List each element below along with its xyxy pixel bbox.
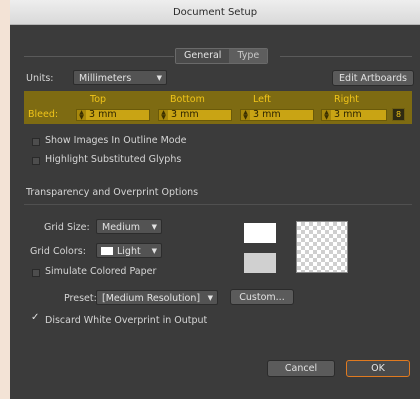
ok-button[interactable]: OK bbox=[346, 360, 410, 377]
tab-type[interactable]: Type bbox=[229, 49, 268, 63]
simulate-paper-label: Simulate Colored Paper bbox=[45, 266, 157, 277]
bleed-right-header: Right bbox=[334, 94, 360, 105]
bleed-top-value: 3 mm bbox=[89, 109, 117, 120]
units-value: Millimeters bbox=[79, 73, 132, 84]
outline-mode-checkbox[interactable] bbox=[32, 138, 40, 146]
tab-divider-left bbox=[24, 56, 174, 57]
stepper-icon[interactable]: ▲ ▼ bbox=[322, 110, 331, 121]
grid-colors-dropdown[interactable]: Light ▼ bbox=[96, 243, 162, 258]
preset-dropdown[interactable]: [Medium Resolution] ▼ bbox=[96, 290, 218, 305]
window-title: Document Setup bbox=[10, 0, 420, 25]
grid-size-label: Grid Size: bbox=[44, 222, 90, 233]
grid-colors-value: Light bbox=[117, 246, 141, 257]
bleed-bottom-field[interactable]: ▲ ▼ 3 mm bbox=[158, 109, 232, 121]
stepper-icon[interactable]: ▲ ▼ bbox=[159, 110, 168, 121]
bleed-bottom-value: 3 mm bbox=[171, 109, 199, 120]
chevron-down-icon: ▼ bbox=[156, 74, 162, 82]
highlight-glyphs-label: Highlight Substituted Glyphs bbox=[45, 154, 182, 165]
transparency-grid-preview bbox=[296, 221, 348, 273]
tab-divider-right bbox=[280, 56, 412, 57]
bleed-top-header: Top bbox=[90, 94, 107, 105]
tab-general[interactable]: General bbox=[176, 49, 230, 63]
grid-gray-swatch[interactable] bbox=[244, 253, 276, 273]
stepper-icon[interactable]: ▲ ▼ bbox=[241, 110, 250, 121]
link-icon[interactable]: 8 bbox=[392, 108, 405, 121]
preset-value: [Medium Resolution] bbox=[102, 293, 201, 304]
dialog-body: General Type Units: Millimeters ▼ Edit A… bbox=[10, 25, 420, 399]
units-dropdown[interactable]: Millimeters ▼ bbox=[73, 70, 167, 85]
simulate-paper-checkbox[interactable] bbox=[32, 269, 40, 277]
bleed-right-field[interactable]: ▲ ▼ 3 mm bbox=[321, 109, 387, 121]
bleed-right-value: 3 mm bbox=[334, 109, 362, 120]
preset-label: Preset: bbox=[64, 293, 97, 304]
chevron-down-icon: ▼ bbox=[151, 247, 157, 255]
edit-artboards-button[interactable]: Edit Artboards bbox=[332, 70, 414, 86]
bleed-bottom-header: Bottom bbox=[170, 94, 205, 105]
bleed-left-value: 3 mm bbox=[253, 109, 281, 120]
grid-size-dropdown[interactable]: Medium ▼ bbox=[96, 219, 162, 234]
chevron-down-icon: ▼ bbox=[207, 294, 213, 302]
section-divider bbox=[24, 204, 412, 205]
grid-white-swatch[interactable] bbox=[244, 223, 276, 243]
chevron-down-icon: ▼ bbox=[151, 223, 157, 231]
stepper-icon[interactable]: ▲ ▼ bbox=[77, 110, 86, 121]
highlight-glyphs-checkbox[interactable] bbox=[32, 157, 40, 165]
grid-color-swatch bbox=[101, 247, 113, 255]
discard-white-label: Discard White Overprint in Output bbox=[45, 315, 208, 326]
grid-size-value: Medium bbox=[102, 222, 140, 233]
tab-bar: General Type bbox=[175, 48, 269, 64]
bleed-top-field[interactable]: ▲ ▼ 3 mm bbox=[76, 109, 150, 121]
bleed-left-header: Left bbox=[253, 94, 271, 105]
cancel-button[interactable]: Cancel bbox=[267, 360, 335, 377]
custom-button[interactable]: Custom... bbox=[230, 289, 294, 305]
units-label: Units: bbox=[26, 73, 54, 84]
transparency-section-title: Transparency and Overprint Options bbox=[26, 187, 199, 198]
grid-colors-label: Grid Colors: bbox=[30, 246, 86, 257]
checkmark-icon[interactable]: ✓ bbox=[31, 312, 39, 323]
document-setup-dialog: Document Setup General Type Units: Milli… bbox=[10, 0, 420, 399]
bleed-left-field[interactable]: ▲ ▼ 3 mm bbox=[240, 109, 314, 121]
bleed-label: Bleed: bbox=[28, 109, 59, 120]
outline-mode-label: Show Images In Outline Mode bbox=[45, 135, 187, 146]
